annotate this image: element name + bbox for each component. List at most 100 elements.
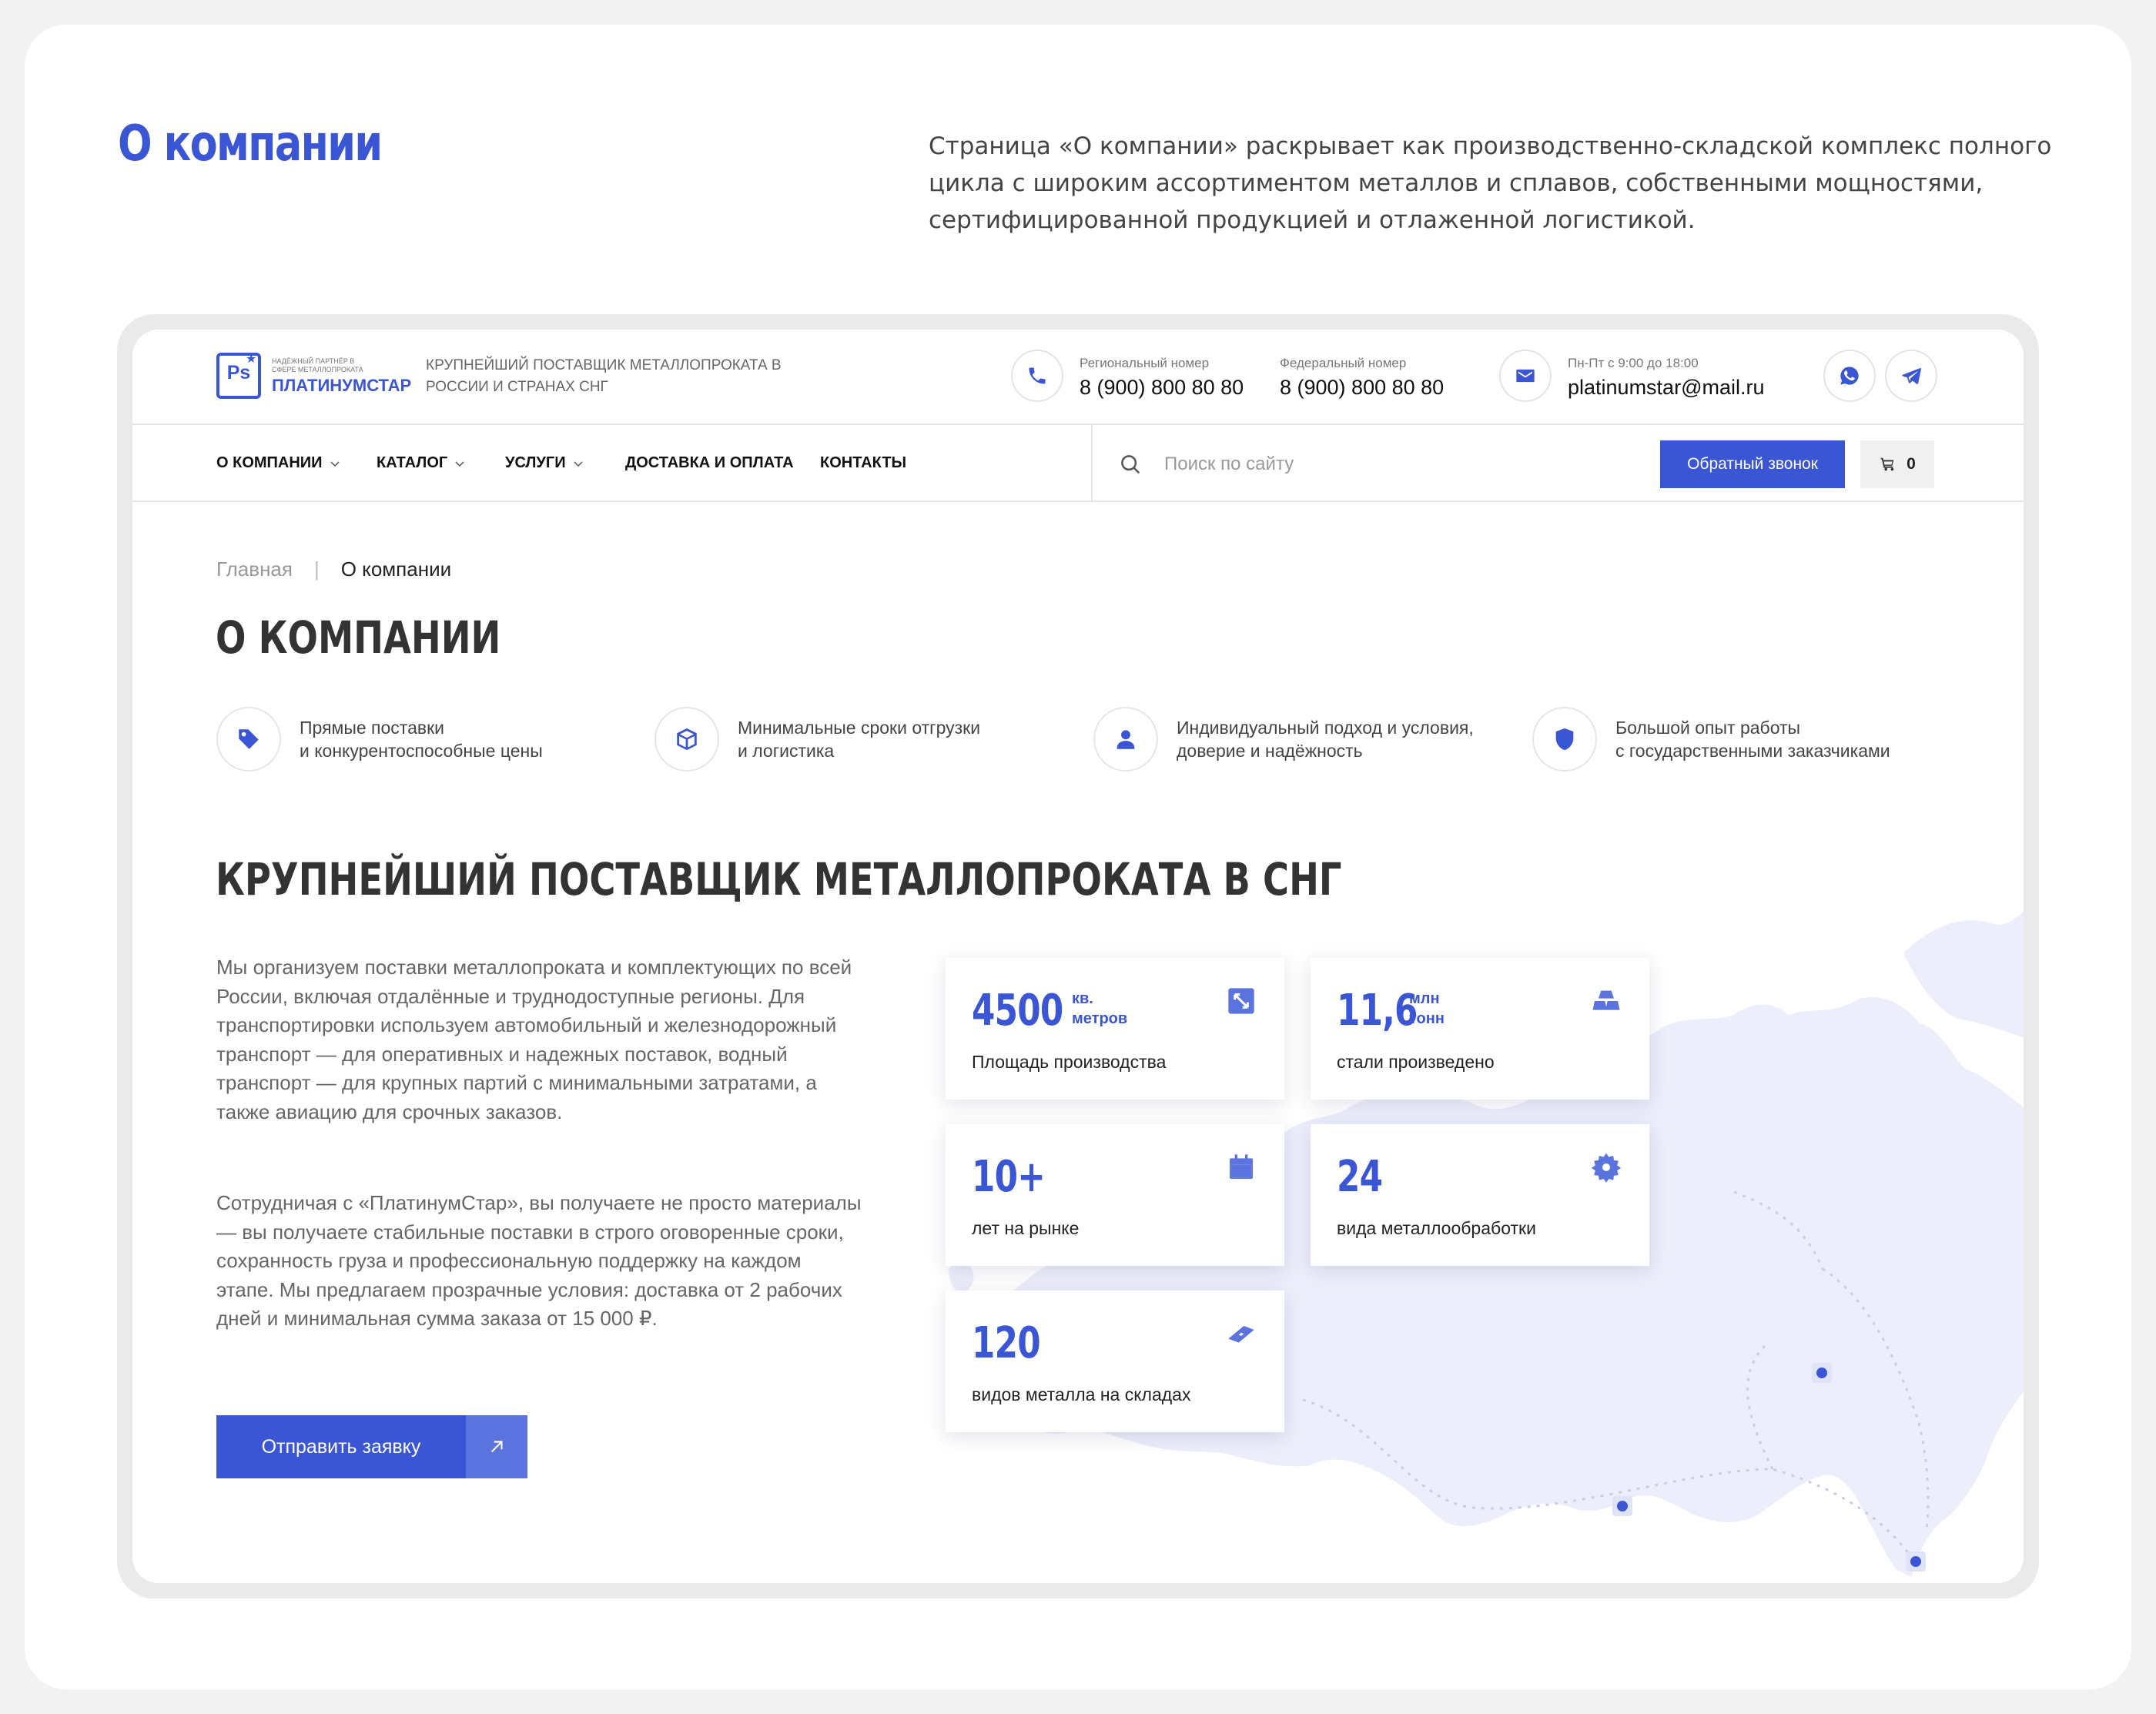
nav-item-contacts[interactable]: КОНТАКТЫ: [820, 454, 906, 472]
mail-icon-button[interactable]: [1499, 350, 1552, 402]
feature-line: Индивидуальный подход и условия,: [1177, 718, 1474, 738]
feature-line: с государственными заказчиками: [1615, 741, 1890, 761]
breadcrumb-home[interactable]: Главная: [216, 557, 293, 581]
nav-item-label: УСЛУГИ: [505, 454, 566, 471]
telegram-button[interactable]: [1885, 350, 1937, 402]
submit-request-label: Отправить заявку: [261, 1435, 421, 1458]
nav-item-catalog[interactable]: КАТАЛОГ: [377, 454, 466, 472]
search-input[interactable]: [1164, 447, 1595, 482]
metal-bar-icon: [1228, 1326, 1254, 1343]
stat-unit-line: тонн: [1409, 1010, 1445, 1027]
feature-icon-circle: [1093, 707, 1158, 772]
feature-line: доверие и надёжность: [1177, 741, 1363, 761]
calendar-icon: [1230, 1154, 1253, 1179]
cube-icon: [677, 728, 697, 751]
stat-card: 11,6 млн тонн стали произведено: [1311, 958, 1649, 1100]
body-paragraph: Мы организуем поставки металлопроката и …: [216, 956, 852, 1123]
feature-line: Прямые поставки: [300, 718, 444, 738]
logo-tagline: Надёжный партнёр в сфере металлопроката: [272, 357, 363, 373]
chevron-down-icon: [455, 460, 464, 467]
callback-button[interactable]: Обратный звонок: [1660, 440, 1845, 488]
stat-unit: млн тонн: [1409, 989, 1445, 1029]
feature-text: Минимальные сроки отгрузки и логистика: [738, 716, 1076, 762]
feature-line: и конкурентоспособные цены: [300, 741, 543, 761]
telegram-icon: [1902, 367, 1921, 384]
regional-label: Региональный номер: [1080, 356, 1210, 370]
submit-request-button[interactable]: Отправить заявку: [216, 1415, 527, 1478]
nav-item-label: ДОСТАВКА И ОПЛАТА: [625, 454, 794, 471]
chevron-down-icon: [330, 460, 340, 467]
whatsapp-button[interactable]: [1823, 350, 1876, 402]
feature-line: и логистика: [738, 741, 835, 761]
stat-unit: кв. метров: [1072, 989, 1127, 1029]
nav-item-services[interactable]: УСЛУГИ: [505, 454, 584, 472]
user-icon: [1116, 730, 1135, 749]
stat-label: вида металлообработки: [1337, 1218, 1536, 1238]
cart-icon: [1880, 457, 1894, 471]
stat-card: 10+ лет на рынке: [946, 1124, 1284, 1266]
breadcrumb-separator: |: [313, 557, 320, 581]
cart-button[interactable]: 0: [1860, 440, 1934, 488]
page-title: О КОМПАНИИ: [216, 611, 501, 664]
feature-item: Прямые поставки и конкурентоспособные це…: [216, 707, 632, 772]
nav-item-label: КАТАЛОГ: [377, 454, 448, 471]
stat-value: 4500: [972, 986, 1063, 1036]
federal-label: Федеральный номер: [1280, 356, 1407, 370]
hero-description: Страница «О компании» раскрывает как про…: [929, 132, 2052, 234]
stat-unit-line: метров: [1072, 1010, 1128, 1027]
feature-line: Минимальные сроки отгрузки: [738, 718, 981, 738]
site-header: Ps ★ Надёжный партнёр в сфере металлопро…: [132, 330, 2024, 425]
stat-label: Площадь производства: [972, 1052, 1167, 1072]
hours-label: Пн-Пт с 9:00 до 18:00: [1568, 356, 1699, 370]
stat-card: 24 вида металлообработки: [1311, 1124, 1649, 1266]
feature-icon-circle: [1532, 707, 1597, 772]
site-preview: Ps ★ Надёжный партнёр в сфере металлопро…: [132, 330, 2024, 1583]
chevron-down-icon: [574, 460, 583, 467]
mail-icon: [1516, 369, 1535, 383]
star-icon: ★: [246, 353, 257, 366]
feature-icon-circle: [654, 707, 719, 772]
feature-text: Индивидуальный подход и условия, доверие…: [1177, 716, 1515, 762]
whatsapp-icon: [1840, 367, 1859, 385]
nav-item-about[interactable]: О КОМПАНИИ: [216, 454, 341, 472]
arrow-up-right-icon: [490, 1441, 503, 1453]
feature-line: Большой опыт работы: [1615, 718, 1801, 738]
feature-icon-circle: [216, 707, 281, 772]
email-link[interactable]: platinumstar@mail.ru: [1568, 376, 1765, 400]
stat-unit-line: кв.: [1072, 990, 1093, 1007]
regional-phone[interactable]: 8 (900) 800 80 80: [1080, 376, 1244, 400]
phone-icon-button[interactable]: [1011, 350, 1063, 402]
cart-count: 0: [1907, 455, 1916, 473]
breadcrumb: Главная | О компании: [216, 557, 451, 581]
feature-text: Большой опыт работы с государственными з…: [1615, 716, 1954, 762]
stat-card: 120 видов металла на складах: [946, 1291, 1284, 1432]
map-marker: [1816, 1368, 1827, 1378]
nav-item-label: О КОМПАНИИ: [216, 454, 323, 471]
stat-card: 4500 кв. метров Площадь производства: [946, 958, 1284, 1100]
section-title: КРУПНЕЙШИЙ ПОСТАВЩИК МЕТАЛЛОПРОКАТА В СН…: [216, 853, 1342, 906]
stat-value: 10+: [972, 1152, 1046, 1202]
body-paragraph: Сотрудничая с «ПлатинумСтар», вы получае…: [216, 1191, 862, 1330]
map-marker: [1617, 1501, 1628, 1511]
federal-phone[interactable]: 8 (900) 800 80 80: [1280, 376, 1444, 400]
stat-value: 24: [1337, 1152, 1383, 1202]
nav-item-label: КОНТАКТЫ: [820, 454, 907, 471]
search-icon[interactable]: [1119, 453, 1142, 476]
logo-name: ПЛАТИНУМСТАР: [272, 376, 412, 395]
stat-label: стали произведено: [1337, 1052, 1495, 1072]
feature-text: Прямые поставки и конкурентоспособные це…: [300, 716, 638, 762]
nav-divider: [1091, 425, 1093, 502]
feature-item: Большой опыт работы с государственными з…: [1532, 707, 1948, 772]
phone-icon: [1029, 367, 1046, 384]
hero-title: О компании: [118, 115, 383, 172]
main-nav: О КОМПАНИИ КАТАЛОГ УСЛУГИ ДОСТАВКА И ОПЛ…: [132, 425, 2024, 502]
nav-item-delivery[interactable]: ДОСТАВКА И ОПЛАТА: [625, 454, 794, 472]
ingots-icon: [1592, 990, 1620, 1010]
saw-blade-icon: [1591, 1153, 1622, 1183]
stat-value: 120: [972, 1318, 1041, 1368]
stat-label: видов металла на складах: [972, 1384, 1191, 1404]
shield-icon: [1555, 728, 1574, 751]
feature-item: Индивидуальный подход и условия, доверие…: [1093, 707, 1509, 772]
feature-item: Минимальные сроки отгрузки и логистика: [654, 707, 1070, 772]
stat-value: 11,6: [1337, 986, 1418, 1036]
